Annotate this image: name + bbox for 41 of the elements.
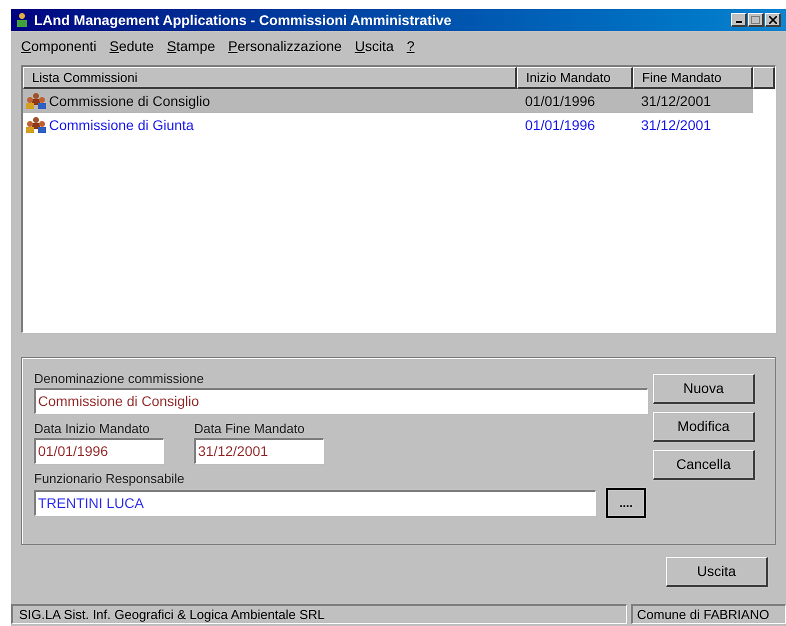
text-field[interactable]: Commissione di Consiglio (34, 388, 648, 414)
minimize-button[interactable] (731, 13, 747, 27)
menu-item[interactable]: Personalizzazione (228, 36, 342, 56)
exit-button[interactable]: Uscita (666, 557, 768, 587)
field-label: Funzionario Responsabile (34, 470, 186, 488)
column-header[interactable]: Inizio Mandato (517, 67, 633, 89)
action-button[interactable]: Modifica (653, 412, 755, 442)
field-label: Data Fine Mandato (194, 420, 306, 438)
maximize-button[interactable] (748, 13, 764, 27)
text-field[interactable]: 01/01/1996 (34, 438, 164, 464)
menu-item[interactable]: ? (406, 36, 415, 56)
window-title: LAnd Management Applications - Commissioni Amministrative (34, 10, 452, 30)
status-text: Comune di FABRIANO (631, 604, 786, 624)
menu-item[interactable]: Uscita (354, 36, 394, 56)
menu-item[interactable]: Sedute (110, 36, 154, 56)
field-label: Denominazione commissione (34, 370, 205, 388)
action-button[interactable]: Cancella (653, 450, 755, 480)
people-icon (25, 92, 47, 110)
status-text: SIG.LA Sist. Inf. Geografici & Logica Ambientale SRL (11, 604, 627, 624)
menu-item[interactable]: Componenti (21, 36, 97, 56)
table-cell-text: 01/01/1996 (524, 116, 596, 134)
browse-button[interactable]: .... (606, 488, 646, 518)
table-cell-text: 31/12/2001 (640, 116, 712, 134)
column-header[interactable]: Lista Commissioni (23, 67, 517, 89)
table-cell-text: Commissione di Giunta (49, 116, 194, 134)
table-cell-text: 31/12/2001 (640, 92, 712, 110)
list-row[interactable]: Commissione di Consiglio 01/01/1996 31/12/2001 (23, 89, 753, 113)
maximize-icon (751, 16, 760, 24)
table-cell-text: 01/01/1996 (524, 92, 596, 110)
column-header[interactable]: Fine Mandato (633, 67, 753, 89)
text-field[interactable]: TRENTINI LUCA (34, 490, 596, 516)
close-icon (768, 16, 776, 24)
field-label: Data Inizio Mandato (34, 420, 151, 438)
table-cell-text: Commissione di Consiglio (49, 92, 210, 111)
menu-item[interactable]: Stampe (166, 36, 216, 56)
app-icon (14, 12, 30, 28)
minimize-icon (736, 21, 742, 23)
action-button[interactable]: Nuova (653, 374, 755, 404)
people-icon (25, 116, 47, 134)
text-field[interactable]: 31/12/2001 (194, 438, 324, 464)
close-button[interactable] (765, 13, 781, 27)
